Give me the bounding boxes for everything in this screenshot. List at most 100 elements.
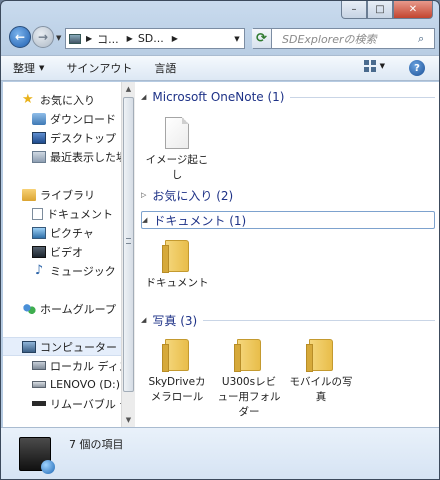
back-button[interactable]: ←	[9, 26, 31, 48]
scroll-up-icon[interactable]: ▲	[122, 82, 135, 96]
group-photos-label: 写真 (3)	[152, 313, 198, 328]
scrollbar-thumb[interactable]	[123, 97, 134, 392]
search-icon[interactable]: ⌕	[418, 32, 434, 46]
removable-drive-icon	[32, 401, 46, 406]
sd-explorer-icon	[19, 437, 55, 474]
address-dropdown-icon[interactable]: ▼	[230, 29, 244, 48]
folder-icon	[234, 339, 261, 372]
nav-recent-places[interactable]: 最近表示した場所	[3, 147, 121, 166]
group-header-documents[interactable]: ◢ ドキュメント (1)	[141, 211, 435, 229]
view-grid-icon	[363, 60, 376, 72]
nav-pictures[interactable]: ピクチャ	[3, 223, 121, 242]
nav-homegroup-label: ホームグループ	[40, 302, 117, 316]
address-bar[interactable]: ▶ コ... ▶ SD... ▶ ▼	[65, 28, 245, 49]
collapse-triangle-icon[interactable]: ◢	[141, 316, 146, 324]
nav-computer[interactable]: コンピューター	[3, 337, 121, 356]
group-favorites-label: お気に入り (2)	[152, 188, 234, 203]
folder-icon	[162, 339, 189, 372]
folder-item[interactable]: モバイルの写真	[289, 339, 353, 405]
search-input[interactable]: ⟳ SDExplorerの検索 ⌕	[252, 28, 435, 49]
forward-button[interactable]: →	[32, 26, 54, 48]
folder-item[interactable]: U300sレビュー用フォルダー	[217, 339, 281, 420]
group-divider	[290, 96, 435, 98]
nav-desktop[interactable]: デスクトップ	[3, 128, 121, 147]
arrow-right-icon: →	[37, 30, 49, 44]
collapse-triangle-icon[interactable]: ◢	[142, 216, 147, 224]
drive-icon	[32, 381, 46, 388]
breadcrumb-separator-icon[interactable]: ▶	[127, 34, 133, 43]
explorer-window: – □ ✕ ← → ▼ ▶ コ... ▶ SD... ▶ ▼ ⟳ SDExplo…	[0, 0, 440, 480]
group-header-photos[interactable]: ◢ 写真 (3)	[141, 311, 435, 329]
file-item[interactable]: イメージ起こし	[145, 117, 209, 183]
nav-favorites[interactable]: ★ お気に入り	[3, 90, 121, 109]
nav-videos[interactable]: ビデオ	[3, 242, 121, 261]
help-button[interactable]: ?	[409, 60, 425, 76]
maximize-button[interactable]: □	[367, 1, 393, 19]
nav-music[interactable]: ♪ ミュージック	[3, 261, 121, 280]
recent-places-icon	[32, 150, 46, 163]
nav-documents[interactable]: ドキュメント	[3, 204, 121, 223]
navigation-pane: ★ お気に入り ダウンロード デスクトップ 最近表示した場所 ライブラリ	[3, 82, 121, 427]
nav-lenovo-drive[interactable]: LENOVO (D:)	[3, 375, 121, 394]
close-button[interactable]: ✕	[393, 1, 433, 19]
nav-downloads-label: ダウンロード	[50, 112, 116, 126]
view-options-button[interactable]: ▼	[363, 60, 385, 72]
download-folder-icon	[32, 112, 46, 125]
folder-item[interactable]: ドキュメント	[145, 240, 209, 291]
scroll-down-icon[interactable]: ▼	[122, 413, 135, 427]
address-row: ← → ▼ ▶ コ... ▶ SD... ▶ ▼ ⟳ SDExplorerの検索…	[1, 23, 439, 53]
nav-documents-label: ドキュメント	[47, 207, 113, 221]
nav-favorites-label: お気に入り	[40, 93, 95, 107]
group-header-favorites[interactable]: ▷ お気に入り (2)	[141, 186, 435, 204]
refresh-button[interactable]: ⟳	[252, 29, 272, 48]
organize-button[interactable]: 整理 ▼	[13, 60, 44, 76]
nav-desktop-label: デスクトップ	[50, 131, 116, 145]
grip-icon	[126, 238, 131, 244]
desktop-icon	[32, 131, 46, 144]
command-bar: 整理 ▼ サインアウト 言語 ▼ ?	[1, 55, 439, 81]
computer-icon	[22, 340, 36, 353]
nav-libraries-label: ライブラリ	[40, 188, 95, 202]
homegroup-icon	[22, 302, 36, 315]
document-icon	[32, 207, 43, 220]
recent-pages-dropdown[interactable]: ▼	[56, 34, 61, 42]
file-item-label: イメージ起こし	[145, 154, 209, 181]
hard-disk-icon	[32, 361, 46, 370]
chevron-down-icon: ▼	[379, 62, 385, 70]
nav-local-disk[interactable]: ローカル ディスク	[3, 356, 121, 375]
nav-removable-label: リムーバブル デ	[50, 397, 121, 411]
nav-homegroup[interactable]: ホームグループ	[3, 299, 121, 318]
signout-button[interactable]: サインアウト	[66, 60, 132, 76]
collapse-triangle-icon[interactable]: ◢	[141, 93, 146, 101]
nav-videos-label: ビデオ	[50, 245, 83, 259]
language-button[interactable]: 言語	[154, 60, 176, 76]
group-header-onenote[interactable]: ◢ Microsoft OneNote (1)	[141, 88, 435, 106]
folder-item[interactable]: SkyDriveカメラロール	[145, 339, 209, 405]
nav-local-disk-label: ローカル ディスク	[50, 359, 121, 373]
breadcrumb-separator-icon[interactable]: ▶	[86, 34, 92, 43]
folder-item-label: U300sレビュー用フォルダー	[217, 376, 281, 418]
title-bar: – □ ✕	[1, 1, 439, 23]
breadcrumb-computer[interactable]: コ...	[97, 31, 119, 47]
nav-scrollbar[interactable]: ▲ ▼	[121, 82, 135, 427]
breadcrumb-sd[interactable]: SD...	[138, 32, 164, 45]
expand-triangle-icon[interactable]: ▷	[141, 191, 146, 199]
file-view: ◢ Microsoft OneNote (1) イメージ起こし ▷ お気に入り …	[137, 82, 439, 427]
nav-music-label: ミュージック	[50, 264, 116, 278]
folder-icon	[306, 339, 333, 372]
music-icon: ♪	[34, 262, 44, 278]
nav-lenovo-label: LENOVO (D:)	[50, 378, 121, 391]
nav-libraries[interactable]: ライブラリ	[3, 185, 121, 204]
folder-item-label: SkyDriveカメラロール	[148, 376, 206, 403]
group-onenote-label: Microsoft OneNote (1)	[152, 90, 285, 104]
group-divider	[203, 319, 435, 321]
nav-downloads[interactable]: ダウンロード	[3, 109, 121, 128]
arrow-left-icon: ←	[14, 30, 26, 44]
nav-removable-disk[interactable]: リムーバブル デ	[3, 394, 121, 413]
minimize-button[interactable]: –	[341, 1, 367, 19]
item-count: 7 個の項目	[69, 438, 124, 451]
breadcrumb-separator-icon[interactable]: ▶	[172, 34, 178, 43]
chevron-down-icon: ▼	[39, 64, 45, 72]
nav-pictures-label: ピクチャ	[50, 226, 94, 240]
organize-label: 整理	[13, 62, 35, 75]
